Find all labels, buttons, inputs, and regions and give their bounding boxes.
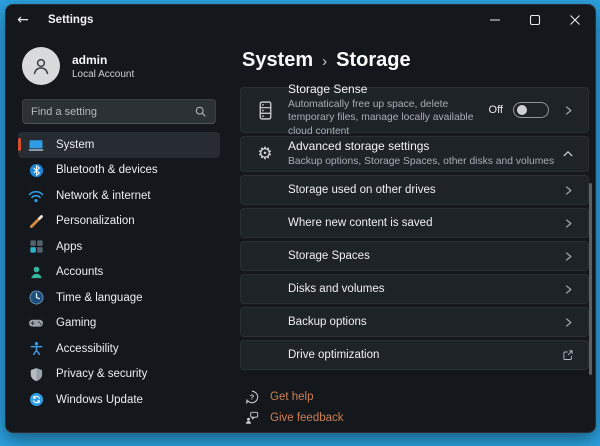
sidebar-item-label: Privacy & security bbox=[56, 368, 147, 380]
external-link-icon bbox=[562, 349, 574, 361]
sidebar-item-privacy-security[interactable]: Privacy & security bbox=[18, 362, 220, 388]
titlebar: ← Settings bbox=[6, 5, 595, 35]
chevron-right-icon bbox=[563, 218, 574, 229]
sidebar-item-label: Accessibility bbox=[56, 343, 119, 355]
advanced-storage-title: Advanced storage settings bbox=[288, 139, 562, 153]
sidebar-item-label: Network & internet bbox=[56, 190, 151, 202]
windows-update-icon bbox=[28, 392, 44, 408]
svg-text:?: ? bbox=[250, 392, 255, 401]
avatar bbox=[22, 47, 60, 85]
sidebar-item-label: System bbox=[56, 139, 94, 151]
system-icon bbox=[28, 137, 44, 153]
chevron-up-icon bbox=[562, 148, 574, 160]
back-button[interactable]: ← bbox=[6, 5, 40, 35]
sidebar-item-label: Gaming bbox=[56, 317, 96, 329]
toggle-knob bbox=[517, 105, 527, 115]
footer-links: ? Get help Give feedback bbox=[244, 386, 589, 428]
get-help-link[interactable]: ? Get help bbox=[244, 386, 589, 407]
feedback-icon bbox=[244, 411, 260, 425]
minimize-icon bbox=[489, 14, 501, 26]
storage-sense-description: Automatically free up space, delete temp… bbox=[288, 98, 489, 138]
sidebar-item-label: Windows Update bbox=[56, 394, 143, 406]
sidebar-item-network-internet[interactable]: Network & internet bbox=[18, 183, 220, 209]
disks-and-volumes-row[interactable]: Disks and volumes bbox=[240, 274, 589, 304]
search-input[interactable] bbox=[31, 106, 194, 118]
time-language-icon bbox=[28, 290, 44, 306]
storage-sense-row[interactable]: Storage Sense Automatically free up spac… bbox=[240, 87, 589, 133]
advanced-storage-description: Backup options, Storage Spaces, other di… bbox=[288, 155, 562, 168]
privacy-shield-icon bbox=[28, 366, 44, 382]
bluetooth-icon bbox=[28, 162, 44, 178]
user-account-type: Local Account bbox=[72, 69, 134, 80]
sidebar-item-label: Accounts bbox=[56, 266, 103, 278]
sidebar-item-system[interactable]: System bbox=[18, 132, 220, 158]
drive-optimization-row[interactable]: Drive optimization bbox=[240, 340, 589, 370]
backup-options-row[interactable]: Backup options bbox=[240, 307, 589, 337]
sidebar-item-apps[interactable]: Apps bbox=[18, 234, 220, 260]
maximize-button[interactable] bbox=[515, 5, 555, 35]
user-name: admin bbox=[72, 53, 134, 67]
give-feedback-link[interactable]: Give feedback bbox=[244, 407, 589, 428]
sidebar-item-accounts[interactable]: Accounts bbox=[18, 260, 220, 286]
main-pane: System › Storage bbox=[232, 35, 595, 432]
chevron-right-icon bbox=[563, 185, 574, 196]
sidebar-item-time-language[interactable]: Time & language bbox=[18, 285, 220, 311]
chevron-right-icon bbox=[563, 105, 574, 116]
search-icon bbox=[194, 105, 207, 118]
accessibility-icon bbox=[28, 341, 44, 357]
storage-sense-toggle[interactable] bbox=[513, 102, 549, 118]
close-button[interactable] bbox=[555, 5, 595, 35]
storage-spaces-row[interactable]: Storage Spaces bbox=[240, 241, 589, 271]
user-account[interactable]: admin Local Account bbox=[22, 47, 232, 85]
window-title: Settings bbox=[48, 14, 93, 26]
storage-sense-title: Storage Sense bbox=[288, 82, 489, 96]
vertical-scrollbar[interactable] bbox=[589, 183, 592, 375]
chevron-right-icon bbox=[563, 284, 574, 295]
storage-used-other-drives-row[interactable]: Storage used on other drives bbox=[240, 175, 589, 205]
where-new-content-saved-row[interactable]: Where new content is saved bbox=[240, 208, 589, 238]
apps-icon bbox=[28, 239, 44, 255]
sidebar-item-label: Bluetooth & devices bbox=[56, 164, 158, 176]
settings-rows: Storage Sense Automatically free up spac… bbox=[240, 87, 589, 370]
advanced-storage-settings-row[interactable]: ⚙ Advanced storage settings Backup optio… bbox=[240, 136, 589, 172]
sidebar: admin Local Account bbox=[6, 35, 232, 432]
sidebar-item-bluetooth-devices[interactable]: Bluetooth & devices bbox=[18, 158, 220, 184]
chevron-right-icon bbox=[563, 251, 574, 262]
network-icon bbox=[28, 188, 44, 204]
minimize-button[interactable] bbox=[475, 5, 515, 35]
sidebar-item-personalization[interactable]: Personalization bbox=[18, 209, 220, 235]
sidebar-item-windows-update[interactable]: Windows Update bbox=[18, 387, 220, 413]
breadcrumb: System › Storage bbox=[242, 49, 589, 75]
sidebar-item-gaming[interactable]: Gaming bbox=[18, 311, 220, 337]
chevron-right-icon bbox=[563, 317, 574, 328]
breadcrumb-system[interactable]: System bbox=[242, 49, 313, 72]
close-icon bbox=[569, 14, 581, 26]
page-title: Storage bbox=[336, 49, 410, 72]
sidebar-item-accessibility[interactable]: Accessibility bbox=[18, 336, 220, 362]
sidebar-item-label: Apps bbox=[56, 241, 82, 253]
search-box[interactable] bbox=[22, 99, 216, 124]
help-icon: ? bbox=[244, 390, 260, 404]
settings-window: ← Settings admin bbox=[5, 4, 596, 433]
storage-drive-icon bbox=[255, 101, 275, 120]
back-arrow-icon: ← bbox=[17, 12, 29, 28]
toggle-state-label: Off bbox=[489, 104, 503, 116]
maximize-icon bbox=[529, 14, 541, 26]
accounts-icon bbox=[28, 264, 44, 280]
gear-icon: ⚙ bbox=[255, 146, 275, 163]
personalization-icon bbox=[28, 213, 44, 229]
gaming-icon bbox=[28, 315, 44, 331]
sidebar-nav: System Bluetooth & devices bbox=[6, 132, 232, 413]
person-icon bbox=[30, 55, 52, 77]
breadcrumb-separator-icon: › bbox=[322, 53, 327, 70]
sidebar-item-label: Time & language bbox=[56, 292, 143, 304]
sidebar-item-label: Personalization bbox=[56, 215, 135, 227]
